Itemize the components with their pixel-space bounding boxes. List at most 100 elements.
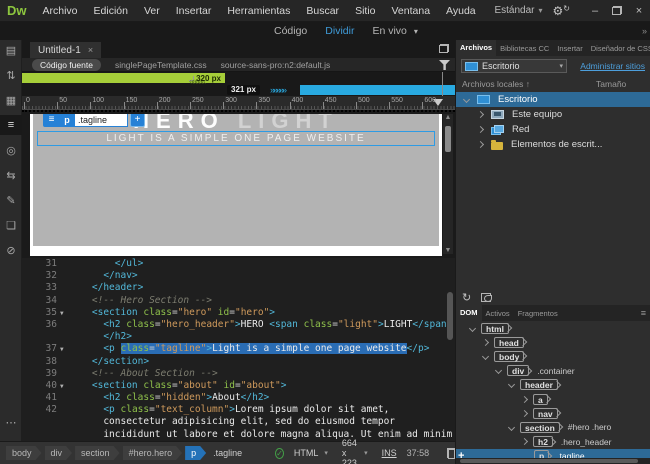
sync-settings-icon[interactable]: ⚙↻ bbox=[553, 4, 570, 18]
chevron-down-icon[interactable] bbox=[507, 381, 516, 389]
element-class-input[interactable]: .tagline bbox=[74, 114, 128, 127]
panel-menu-icon[interactable]: ≡ bbox=[637, 308, 650, 318]
manage-sites-link[interactable]: Administrar sitios bbox=[580, 61, 645, 71]
chevron-down-icon[interactable] bbox=[481, 352, 490, 361]
code-scrollbar[interactable] bbox=[446, 262, 454, 437]
scroll-down-icon[interactable]: ▼ bbox=[443, 247, 453, 254]
code-line[interactable]: 34 <!-- Hero Section --> bbox=[22, 295, 455, 307]
live-page[interactable]: ≡ p .tagline + HERO LIGHT LIGHT IS A SIM… bbox=[30, 114, 442, 256]
column-local-files[interactable]: Archivos locales ↑ bbox=[456, 79, 530, 89]
menu-item-buscar[interactable]: Buscar bbox=[298, 5, 347, 17]
remove-comment-icon[interactable]: ⊘ bbox=[0, 240, 22, 260]
chevron-right-icon[interactable] bbox=[520, 438, 529, 446]
inspect-icon[interactable]: ◎ bbox=[0, 140, 22, 160]
dom-tree-row-header[interactable]: header bbox=[456, 378, 650, 392]
code-line[interactable]: 35 ▼ <section class="hero" id="hero"> bbox=[22, 307, 455, 319]
chevron-right-icon[interactable] bbox=[476, 140, 485, 149]
files-tab-bibliotecas-cc[interactable]: Bibliotecas CC bbox=[496, 44, 553, 53]
menu-item-ver[interactable]: Ver bbox=[136, 5, 168, 17]
menu-item-ventana[interactable]: Ventana bbox=[384, 5, 439, 17]
tag-selector-p[interactable]: p bbox=[185, 446, 206, 460]
view-mode-en-vivo[interactable]: En vivo bbox=[363, 25, 415, 37]
scrollbar-thumb[interactable] bbox=[445, 126, 451, 152]
add-element-icon[interactable]: + bbox=[458, 450, 464, 458]
code-line[interactable]: 42 <p class="text_column">Lorem ipsum do… bbox=[22, 404, 455, 416]
files-tree-row-red[interactable]: Red bbox=[456, 122, 650, 137]
format-source-icon[interactable]: ≡ bbox=[0, 115, 22, 135]
dom-tree-row-body[interactable]: body bbox=[456, 349, 650, 363]
code-view[interactable]: 31 </ul> 32 </nav> 33 </header> 34 <!-- Her… bbox=[22, 258, 455, 441]
minimize-button[interactable]: – bbox=[584, 3, 606, 19]
tagline-element[interactable]: LIGHT IS A SIMPLE ONE PAGE WEBSITE bbox=[37, 131, 435, 146]
close-tab-icon[interactable]: × bbox=[88, 45, 93, 55]
validate-icon[interactable]: ▦ bbox=[0, 90, 22, 110]
collapse-panels-icon[interactable]: » bbox=[642, 26, 647, 36]
chevron-right-icon[interactable] bbox=[520, 395, 529, 403]
more-tools-icon[interactable]: ⋯ bbox=[0, 412, 22, 432]
dom-horizontal-scrollbar[interactable] bbox=[456, 458, 650, 464]
code-line[interactable]: 33 </header> bbox=[22, 282, 455, 294]
scrollbar-thumb[interactable] bbox=[460, 459, 638, 463]
apply-comment-icon[interactable]: ❏ bbox=[0, 215, 22, 235]
code-line[interactable]: 36 <h2 class="hero_header">HERO <span cl… bbox=[22, 319, 455, 331]
tag-selector-body[interactable]: body bbox=[6, 446, 42, 460]
dom-tree-row-head[interactable]: head bbox=[456, 335, 650, 349]
restore-button[interactable] bbox=[606, 3, 628, 19]
column-size[interactable]: Tamaño bbox=[596, 79, 626, 89]
chevron-down-icon[interactable] bbox=[507, 423, 516, 431]
refresh-icon[interactable]: ↻ bbox=[462, 291, 471, 304]
related-file-item[interactable]: source-sans-pro:n2:default.js bbox=[221, 60, 331, 70]
doctype-dropdown[interactable]: HTML ▾ bbox=[294, 448, 328, 458]
dom-tree-row-html[interactable]: html bbox=[456, 321, 650, 335]
fold-arrow-icon[interactable]: ▼ bbox=[60, 307, 69, 319]
live-view-scrollbar[interactable]: ▲ ▼ bbox=[443, 114, 453, 254]
filter-icon[interactable] bbox=[439, 60, 450, 70]
dom-tree-row-section-herohero[interactable]: section #hero .hero bbox=[456, 420, 650, 434]
chevron-right-icon[interactable] bbox=[520, 409, 529, 417]
workspace-switcher[interactable]: Estándar ▾ bbox=[494, 5, 542, 16]
dom-tab-dom[interactable]: DOM bbox=[456, 305, 482, 321]
hamburger-icon[interactable]: ≡ bbox=[43, 114, 60, 127]
menu-item-ayuda[interactable]: Ayuda bbox=[438, 5, 484, 17]
site-dropdown[interactable]: Escritorio ▾ bbox=[461, 59, 567, 73]
related-file-source[interactable]: Código fuente bbox=[32, 58, 101, 71]
code-line[interactable]: incididunt ut labore et dolore magna ali… bbox=[22, 429, 455, 441]
menu-item-insertar[interactable]: Insertar bbox=[168, 5, 220, 17]
dom-tab-activos[interactable]: Activos bbox=[482, 309, 514, 318]
tag-selector-herohero[interactable]: #hero.hero bbox=[123, 446, 183, 460]
chevron-down-icon[interactable] bbox=[494, 367, 503, 375]
media-query-bar-321[interactable] bbox=[300, 85, 455, 95]
dom-tab-fragmentos[interactable]: Fragmentos bbox=[514, 309, 562, 318]
file-sync-icon[interactable] bbox=[481, 292, 493, 302]
expand-all-icon[interactable]: ⇆ bbox=[0, 165, 22, 185]
chevron-right-icon[interactable] bbox=[476, 125, 485, 134]
view-mode-dividir[interactable]: Dividir bbox=[316, 25, 363, 37]
menu-item-sitio[interactable]: Sitio bbox=[347, 5, 383, 17]
scroll-up-icon[interactable]: ▲ bbox=[443, 114, 453, 121]
chevron-right-icon[interactable] bbox=[476, 110, 485, 119]
media-query-bar-320[interactable]: ««««« 320 px bbox=[22, 73, 225, 86]
file-management-icon[interactable]: ⇅ bbox=[0, 65, 22, 85]
dom-tag-pill[interactable]: section bbox=[520, 421, 560, 433]
dom-tree-row-nav[interactable]: nav bbox=[456, 406, 650, 420]
dom-tree-row-a[interactable]: a bbox=[456, 392, 650, 406]
code-line[interactable]: 38 </section> bbox=[22, 356, 455, 368]
chevron-down-icon[interactable] bbox=[468, 324, 477, 332]
code-line[interactable]: 39 <!-- About Section --> bbox=[22, 368, 455, 380]
files-tab-archivos[interactable]: Archivos bbox=[456, 40, 497, 56]
related-file-item[interactable]: singlePageTemplate.css bbox=[115, 60, 207, 70]
scrollbar-thumb[interactable] bbox=[447, 292, 453, 340]
viewport-scrubber-handle[interactable] bbox=[442, 72, 443, 96]
files-tab-diseñador-de-css[interactable]: Diseñador de CSS bbox=[587, 44, 650, 53]
restore-document-icon[interactable] bbox=[439, 44, 449, 53]
files-tab-insertar[interactable]: Insertar bbox=[553, 44, 586, 53]
fold-arrow-icon[interactable]: ▼ bbox=[60, 343, 69, 355]
files-tree-row-elementos-de-escrit-[interactable]: Elementos de escrit... bbox=[456, 137, 650, 152]
code-line[interactable]: consectetur adipisicing elit, sed do eiu… bbox=[22, 416, 455, 428]
files-tree-row-escritorio[interactable]: Escritorio bbox=[456, 92, 650, 107]
document-tab[interactable]: Untitled-1 × bbox=[30, 42, 102, 58]
edit-icon[interactable]: ✎ bbox=[0, 190, 22, 210]
chevron-right-icon[interactable] bbox=[481, 338, 490, 346]
dom-tree-row-p-tagline[interactable]: + p .tagline bbox=[456, 448, 650, 458]
tag-selector-section[interactable]: section bbox=[75, 446, 120, 460]
